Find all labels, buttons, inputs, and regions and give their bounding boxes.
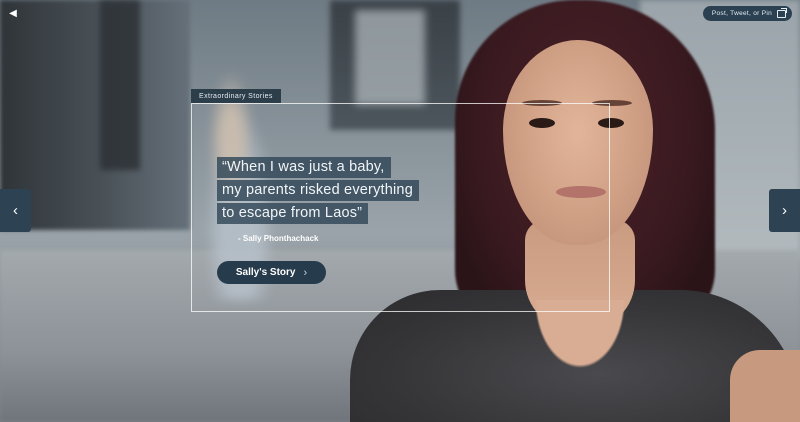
quote-attribution: - Sally Phonthachack: [238, 234, 319, 243]
share-button-label: Post, Tweet, or Pin: [711, 10, 772, 17]
previous-slide-button[interactable]: ‹: [0, 189, 31, 232]
background-pillar: [100, 0, 140, 170]
background-window-light: [355, 10, 425, 105]
read-story-button[interactable]: Sally's Story ›: [217, 261, 326, 284]
subject-collar: [500, 300, 660, 420]
quote-line: to escape from Laos”: [217, 203, 369, 224]
pull-quote: “When I was just a baby, my parents risk…: [217, 157, 477, 226]
section-tag: Extraordinary Stories: [191, 89, 281, 103]
chevron-right-icon: ›: [303, 266, 308, 279]
read-story-label: Sally's Story: [235, 267, 296, 278]
next-slide-button[interactable]: ›: [769, 189, 800, 232]
subject-arm: [730, 350, 800, 422]
chevron-right-icon: ›: [782, 202, 787, 219]
speaker-icon: ◀: [9, 7, 17, 19]
share-icon: [777, 7, 787, 18]
quote-line: “When I was just a baby,: [217, 157, 391, 178]
chevron-left-icon: ‹: [13, 202, 18, 219]
mute-button[interactable]: ◀: [6, 6, 20, 20]
quote-line: my parents risked everything: [217, 180, 419, 201]
share-button[interactable]: Post, Tweet, or Pin: [702, 6, 792, 21]
